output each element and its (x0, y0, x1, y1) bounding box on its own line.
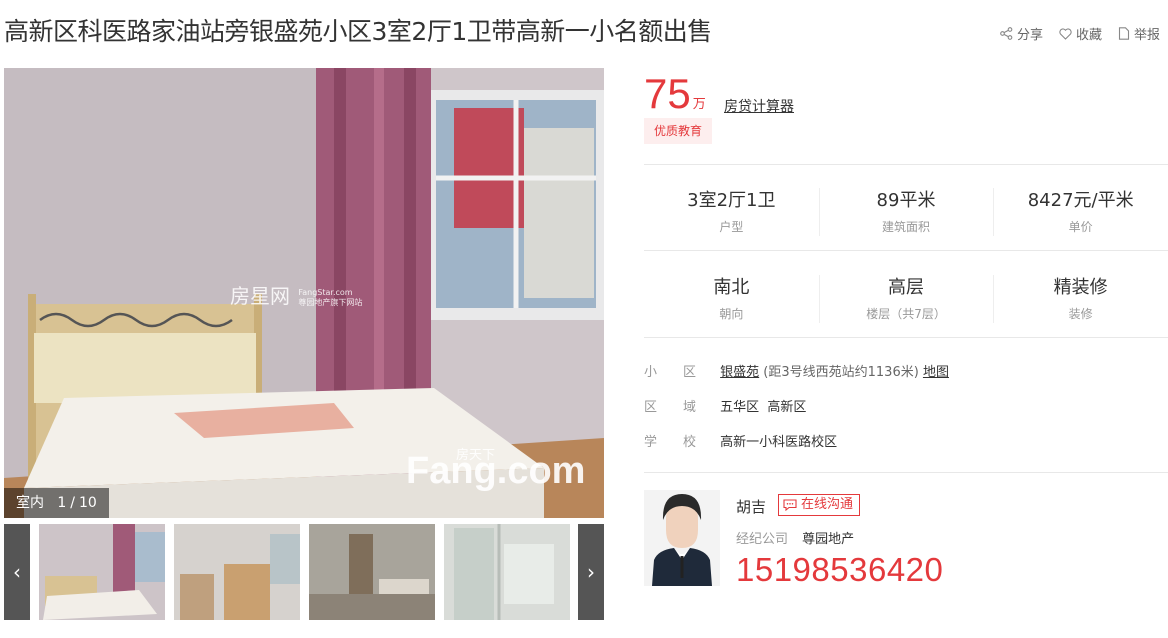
thumbnail-4[interactable] (444, 524, 570, 620)
stat-orientation: 南北 朝向 (644, 265, 819, 333)
main-photo[interactable]: 房星网 FangStar.com 尊园地产旗下网站 房天下 Fang.com 室… (4, 68, 604, 518)
thumbnail-image (444, 524, 570, 620)
subarea-value: 高新区 (767, 400, 807, 415)
divider (644, 472, 1168, 473)
share-button[interactable]: 分享 (1000, 24, 1043, 43)
community-label: 小区 (644, 365, 723, 380)
favorite-label: 收藏 (1076, 28, 1103, 43)
photo-counter: 室内 1/10 (4, 488, 109, 518)
favorite-button[interactable]: 收藏 (1059, 24, 1102, 43)
agent-avatar (644, 490, 720, 586)
chevron-right-icon: › (587, 560, 595, 584)
price-value: 75 (644, 70, 691, 117)
school-value: 高新一小科医路校区 (720, 435, 838, 450)
share-label: 分享 (1017, 28, 1044, 43)
agent-name: 胡吉 (736, 498, 767, 516)
watermark-fangstar: 房星网 FangStar.com 尊园地产旗下网站 (230, 284, 363, 308)
agent-photo-image (644, 490, 720, 586)
divider (644, 164, 1168, 165)
school-row: 学校 高新一小科医路校区 (644, 431, 837, 450)
price-block: 75 万 房贷计算器 (644, 70, 794, 118)
photo-current: 1 (57, 495, 67, 511)
heart-icon (1059, 27, 1072, 40)
share-icon (1000, 27, 1013, 40)
school-label: 学校 (644, 435, 723, 450)
stat-value: 精装修 (1053, 277, 1108, 298)
stat-value: 89平米 (876, 190, 936, 211)
area-label: 区域 (644, 400, 723, 415)
watermark-fangcom: 房天下 Fang.com (406, 448, 586, 492)
divider (644, 337, 1168, 338)
divider (644, 250, 1168, 251)
mortgage-calculator-link[interactable]: 房贷计算器 (724, 96, 794, 116)
prev-photo-button[interactable]: ‹ (4, 524, 30, 620)
agent-phone: 15198536420 (736, 551, 944, 588)
stats-row-1: 3室2厅1卫 户型 89平米 建筑面积 8427元/平米 单价 (644, 178, 1168, 246)
feature-tag: 优质教育 (644, 118, 712, 144)
chat-icon (783, 499, 797, 511)
report-button[interactable]: 举报 (1118, 24, 1160, 43)
stat-value: 南北 (713, 277, 750, 298)
stat-label: 单价 (1068, 220, 1093, 234)
thumbnail-3[interactable] (309, 524, 435, 620)
document-icon (1118, 27, 1130, 40)
stats-row-2: 南北 朝向 高层 楼层（共7层） 精装修 装修 (644, 265, 1168, 333)
chevron-left-icon: ‹ (13, 560, 21, 584)
report-label: 举报 (1134, 28, 1161, 43)
stat-value: 高层 (888, 277, 924, 298)
thumbnail-strip: ‹ › (4, 524, 604, 620)
action-bar: 分享 收藏 举报 (1000, 24, 1168, 43)
thumbnail-2[interactable] (174, 524, 300, 620)
thumbnail-image (39, 524, 165, 620)
price-unit: 万 (692, 97, 706, 112)
thumbnail-image (174, 524, 300, 620)
stat-value: 8427元/平米 (1027, 190, 1134, 211)
stat-label: 装修 (1068, 307, 1093, 321)
map-link[interactable]: 地图 (923, 365, 949, 380)
stat-floor: 高层 楼层（共7层） (818, 265, 994, 333)
stat-unit-price: 8427元/平米 单价 (993, 178, 1168, 246)
stat-label: 楼层（共7层） (866, 307, 946, 321)
listing-title: 高新区科医路家油站旁银盛苑小区3室2厅1卫带高新一小名额出售 (4, 17, 712, 46)
community-link[interactable]: 银盛苑 (720, 365, 759, 380)
community-note: (距3号线西苑站约1136米) (763, 365, 919, 380)
area-row: 区域 五华区 高新区 (644, 396, 806, 415)
next-photo-button[interactable]: › (578, 524, 604, 620)
thumbnail-image (309, 524, 435, 620)
thumbnail-1[interactable] (39, 524, 165, 620)
online-chat-label: 在线沟通 (801, 497, 854, 512)
stat-label: 建筑面积 (882, 220, 931, 234)
district-value: 五华区 (720, 400, 760, 415)
online-chat-button[interactable]: 在线沟通 (778, 494, 861, 516)
community-row: 小区 银盛苑 (距3号线西苑站约1136米) 地图 (644, 361, 949, 380)
photo-category: 室内 (16, 495, 44, 511)
stat-area: 89平米 建筑面积 (818, 178, 994, 246)
photo-separator: / (70, 495, 75, 511)
company-label: 经纪公司 (736, 532, 789, 547)
stat-layout: 3室2厅1卫 户型 (644, 178, 819, 246)
stat-label: 户型 (719, 220, 744, 234)
stat-decoration: 精装修 装修 (993, 265, 1168, 333)
stat-label: 朝向 (719, 307, 744, 321)
company-value: 尊园地产 (802, 532, 855, 547)
stat-value: 3室2厅1卫 (687, 190, 776, 211)
photo-total: 10 (79, 495, 97, 511)
company-row: 经纪公司 尊园地产 (736, 528, 854, 547)
